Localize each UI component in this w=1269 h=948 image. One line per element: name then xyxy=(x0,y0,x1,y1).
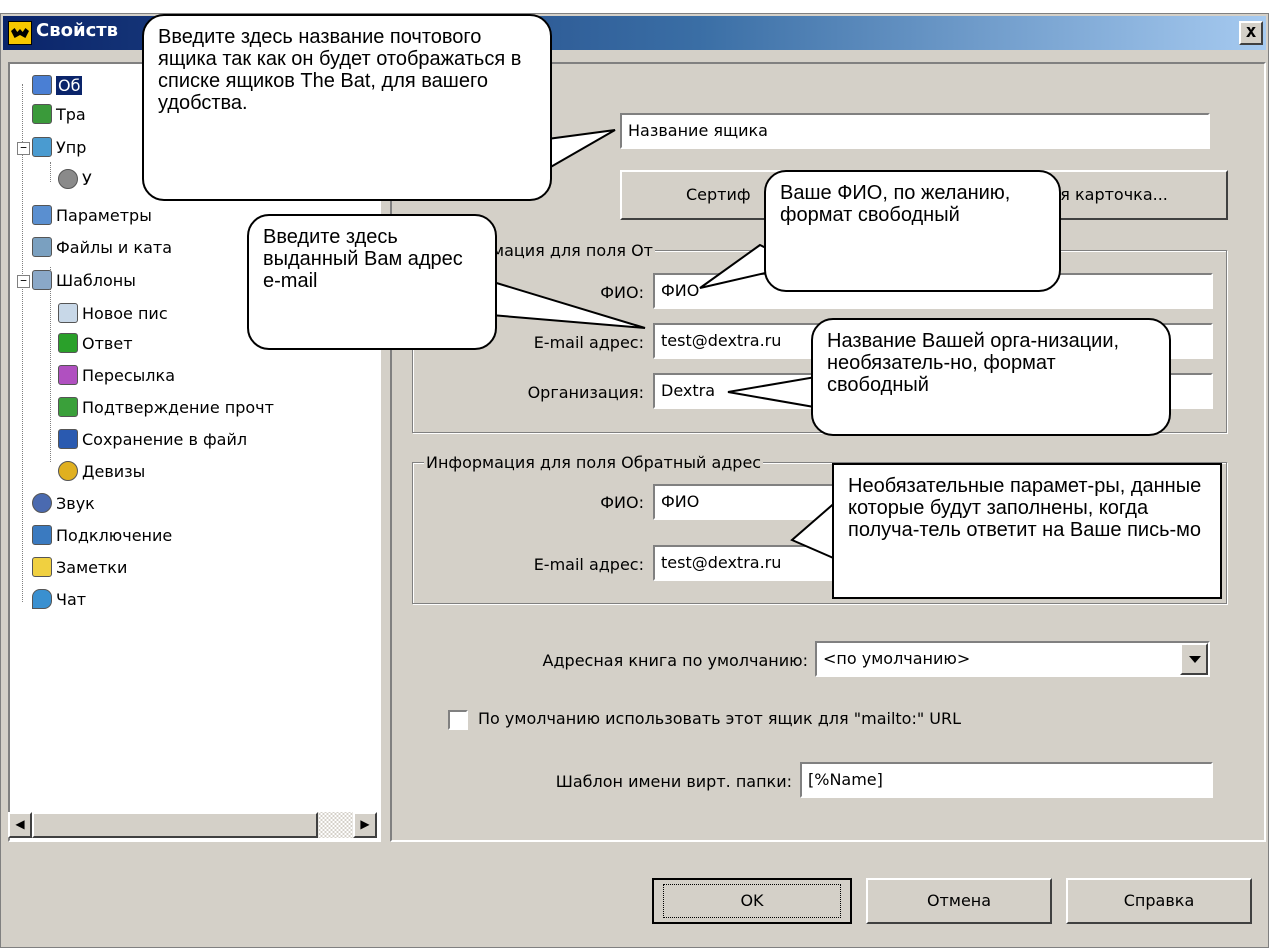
files-icon xyxy=(32,237,52,257)
tree-item-forward[interactable]: Пересылка xyxy=(58,362,175,388)
tree-item-chat[interactable]: Чат xyxy=(32,586,86,612)
read-confirmation-icon xyxy=(58,397,78,417)
scroll-right-icon[interactable]: ▶ xyxy=(353,812,377,838)
horizontal-scrollbar[interactable]: ◀ ▶ xyxy=(8,812,377,838)
scroll-left-icon[interactable]: ◀ xyxy=(8,812,32,838)
tree-item-label: Параметры xyxy=(56,205,152,225)
tree-item-label: Звук xyxy=(56,493,95,513)
tree-item-read-confirmation[interactable]: Подтверждение прочт xyxy=(58,394,274,420)
tree-item-reply[interactable]: Ответ xyxy=(58,330,133,356)
tree-item-label: Ответ xyxy=(82,333,133,353)
tree-item-templates[interactable]: Шаблоны xyxy=(32,267,136,293)
tree-item-transport[interactable]: Тра xyxy=(32,101,86,127)
tree-line xyxy=(22,84,23,602)
tree-item-label: Чат xyxy=(56,589,87,609)
tree-item-files[interactable]: Файлы и ката xyxy=(32,234,172,260)
email-callout: Введите здесь выданный Вам адрес e-mail xyxy=(247,214,497,350)
close-button[interactable]: x xyxy=(1239,21,1263,45)
tree-item-new-letter[interactable]: Новое пис xyxy=(58,300,168,326)
parameters-icon xyxy=(32,205,52,225)
window-title: Свойств xyxy=(36,20,119,41)
fio-callout: Ваше ФИО, по желанию, формат свободный xyxy=(764,170,1061,292)
ok-label: OK xyxy=(663,884,841,918)
tree-item-label: У xyxy=(82,169,92,189)
mailto-label: По умолчанию использовать этот ящик для … xyxy=(478,709,962,728)
tree-item-save-to-file[interactable]: Сохранение в файл xyxy=(58,426,247,452)
reply-email-label: E-mail адрес: xyxy=(533,555,644,574)
reply-callout: Необязательные парамет-ры, данные которы… xyxy=(832,463,1222,599)
collapse-toggle[interactable]: − xyxy=(17,142,30,155)
disk-icon xyxy=(58,169,78,189)
tree-item-label: Упр xyxy=(56,137,87,157)
general-icon xyxy=(32,75,52,95)
save-to-file-icon xyxy=(58,429,78,449)
tree-item-management[interactable]: Упр xyxy=(32,134,86,160)
forward-icon xyxy=(58,365,78,385)
mottos-icon xyxy=(58,461,78,481)
chevron-down-icon[interactable] xyxy=(1180,643,1208,675)
tree-item-label: Сохранение в файл xyxy=(82,429,248,449)
templates-icon xyxy=(32,270,52,290)
org-callout: Название Вашей орга-низации, необязатель… xyxy=(811,318,1171,436)
connection-icon xyxy=(32,525,52,545)
mailto-checkbox[interactable] xyxy=(448,710,468,730)
tree-item-general[interactable]: Об xyxy=(32,72,83,98)
tree-item-label: Подключение xyxy=(56,525,173,545)
organization-label: Организация: xyxy=(527,383,644,402)
tree-item-notes[interactable]: Заметки xyxy=(32,554,127,580)
tree-item-label: Файлы и ката xyxy=(56,237,172,257)
addressbook-label: Адресная книга по умолчанию: xyxy=(542,651,808,670)
tree-line xyxy=(50,162,51,182)
the-bat-icon xyxy=(8,21,32,45)
tree-item-parameters[interactable]: Параметры xyxy=(32,202,152,228)
transport-icon xyxy=(32,104,52,124)
reply-icon xyxy=(58,333,78,353)
notes-icon xyxy=(32,557,52,577)
tree-item-connection[interactable]: Подключение xyxy=(32,522,172,548)
tree-item-label: Девизы xyxy=(82,461,146,481)
tree-item-mottos[interactable]: Девизы xyxy=(58,458,145,484)
mailbox-name-callout: Введите здесь название почтового ящика т… xyxy=(142,14,552,201)
chat-icon xyxy=(32,589,52,609)
cancel-button[interactable]: Отмена xyxy=(866,878,1052,924)
vfolder-label: Шаблон имени вирт. папки: xyxy=(555,772,792,791)
tree-item-label: Пересылка xyxy=(82,365,175,385)
management-icon xyxy=(32,137,52,157)
tree-item-label: Об xyxy=(56,75,83,95)
tree-item-disk[interactable]: У xyxy=(58,166,92,192)
mailbox-name-input[interactable]: Название ящика xyxy=(620,113,1210,149)
tree-item-label: Шаблоны xyxy=(56,270,136,290)
reply-group-title: Информация для поля Обратный адрес xyxy=(424,453,764,472)
help-button[interactable]: Справка xyxy=(1066,878,1252,924)
reply-name-label: ФИО: xyxy=(600,493,644,512)
tree-item-label: Подтверждение прочт xyxy=(82,397,274,417)
sound-icon xyxy=(32,493,52,513)
certificates-label: Сертиф xyxy=(686,185,751,204)
new-letter-icon xyxy=(58,303,78,323)
vfolder-input[interactable]: [%Name] xyxy=(800,762,1213,798)
tree-item-label: Новое пис xyxy=(82,303,168,323)
tree-item-sound[interactable]: Звук xyxy=(32,490,95,516)
ok-button[interactable]: OK xyxy=(652,878,852,924)
addressbook-select[interactable]: <по умолчанию> xyxy=(815,641,1210,677)
collapse-toggle[interactable]: − xyxy=(17,275,30,288)
addressbook-value: <по умолчанию> xyxy=(823,649,971,668)
tree-item-label: Тра xyxy=(56,104,86,124)
from-group-title: мация для поля От xyxy=(490,241,655,260)
scroll-thumb[interactable] xyxy=(32,812,318,838)
tree-line xyxy=(50,267,51,462)
tree-item-label: Заметки xyxy=(56,557,128,577)
